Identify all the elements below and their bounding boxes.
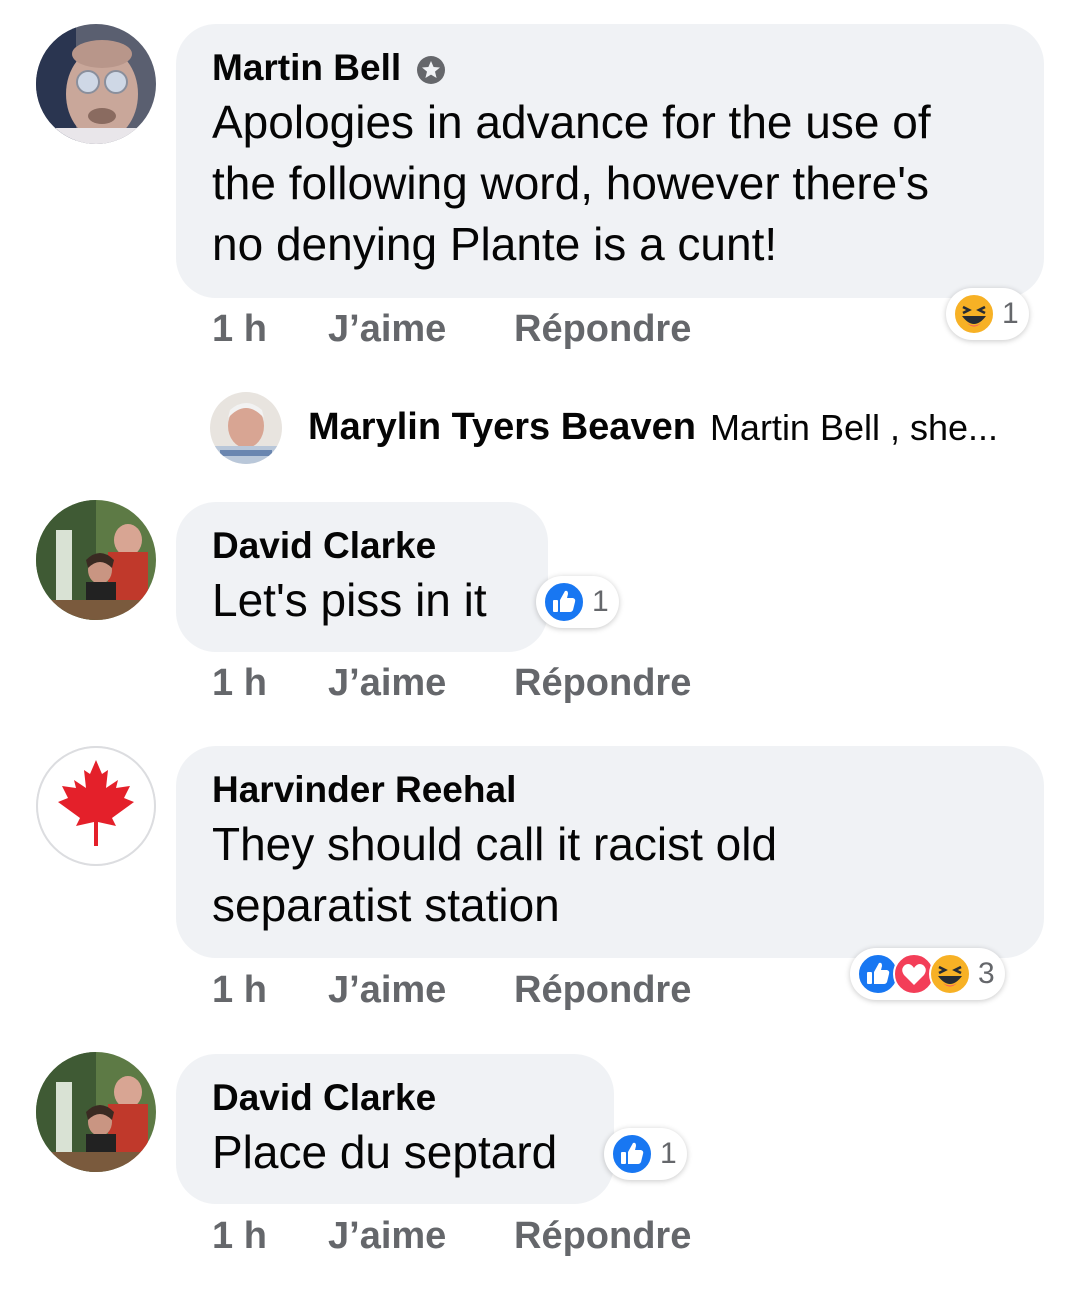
- reply-button[interactable]: Répondre: [514, 662, 691, 705]
- comment-bubble[interactable]: Harvinder Reehal They should call it rac…: [176, 746, 1044, 958]
- comment-time[interactable]: 1 h: [212, 969, 328, 1012]
- comment-actions: 1 h J’aime Répondre: [212, 1215, 691, 1258]
- reaction-summary[interactable]: 3: [850, 948, 1005, 1000]
- comment-bubble[interactable]: David Clarke Place du septard: [176, 1054, 614, 1204]
- comment-time[interactable]: 1 h: [212, 662, 328, 705]
- reply-preview[interactable]: Marylin Tyers Beaven Martin Bell , she..…: [308, 406, 998, 449]
- comment-author[interactable]: David Clarke: [212, 524, 436, 568]
- comment-actions: 1 h J’aime Répondre: [212, 662, 691, 705]
- avatar-david-clarke[interactable]: [36, 1052, 156, 1172]
- comment-text: They should call it racist old separatis…: [212, 818, 778, 931]
- like-button[interactable]: J’aime: [328, 969, 514, 1012]
- reaction-count: 1: [1002, 297, 1019, 330]
- comment-text: Let's piss in it: [212, 574, 487, 626]
- haha-reaction-icon: [928, 952, 972, 996]
- comment-time[interactable]: 1 h: [212, 1215, 328, 1258]
- reply-button[interactable]: Répondre: [514, 1215, 691, 1258]
- comment-text: Apologies in advance for the use of the …: [212, 96, 931, 270]
- haha-reaction-icon: [952, 292, 996, 336]
- avatar-harvinder-reehal[interactable]: [36, 746, 156, 866]
- reply-author[interactable]: Marylin Tyers Beaven: [308, 406, 696, 449]
- reply-text: Martin Bell , she...: [709, 406, 999, 448]
- reply-button[interactable]: Répondre: [514, 969, 691, 1012]
- comment-time[interactable]: 1 h: [212, 308, 328, 351]
- avatar-martin-bell[interactable]: [36, 24, 156, 144]
- comment-author[interactable]: Harvinder Reehal: [212, 768, 516, 812]
- comment-bubble[interactable]: Martin Bell Apologies in advance for the…: [176, 24, 1044, 298]
- like-button[interactable]: J’aime: [328, 308, 514, 351]
- comment-actions: 1 h J’aime Répondre: [212, 308, 691, 351]
- reply-button[interactable]: Répondre: [514, 308, 691, 351]
- reaction-count: 3: [978, 957, 995, 990]
- comment-actions: 1 h J’aime Répondre: [212, 969, 691, 1012]
- like-button[interactable]: J’aime: [328, 662, 514, 705]
- comment-text: Place du septard: [212, 1126, 558, 1178]
- like-button[interactable]: J’aime: [328, 1215, 514, 1258]
- reaction-summary[interactable]: 1: [604, 1128, 687, 1180]
- reaction-summary[interactable]: 1: [946, 288, 1029, 340]
- comment-author[interactable]: David Clarke: [212, 1076, 436, 1120]
- top-fan-badge-icon: [415, 52, 447, 84]
- reaction-count: 1: [660, 1137, 677, 1170]
- avatar-david-clarke[interactable]: [36, 500, 156, 620]
- comment-author[interactable]: Martin Bell: [212, 46, 401, 90]
- reaction-summary[interactable]: 1: [536, 576, 619, 628]
- comment-bubble[interactable]: David Clarke Let's piss in it: [176, 502, 548, 652]
- reaction-count: 1: [592, 585, 609, 618]
- like-reaction-icon: [542, 580, 586, 624]
- like-reaction-icon: [610, 1132, 654, 1176]
- avatar-marylin-tyers-beaven[interactable]: [210, 392, 282, 464]
